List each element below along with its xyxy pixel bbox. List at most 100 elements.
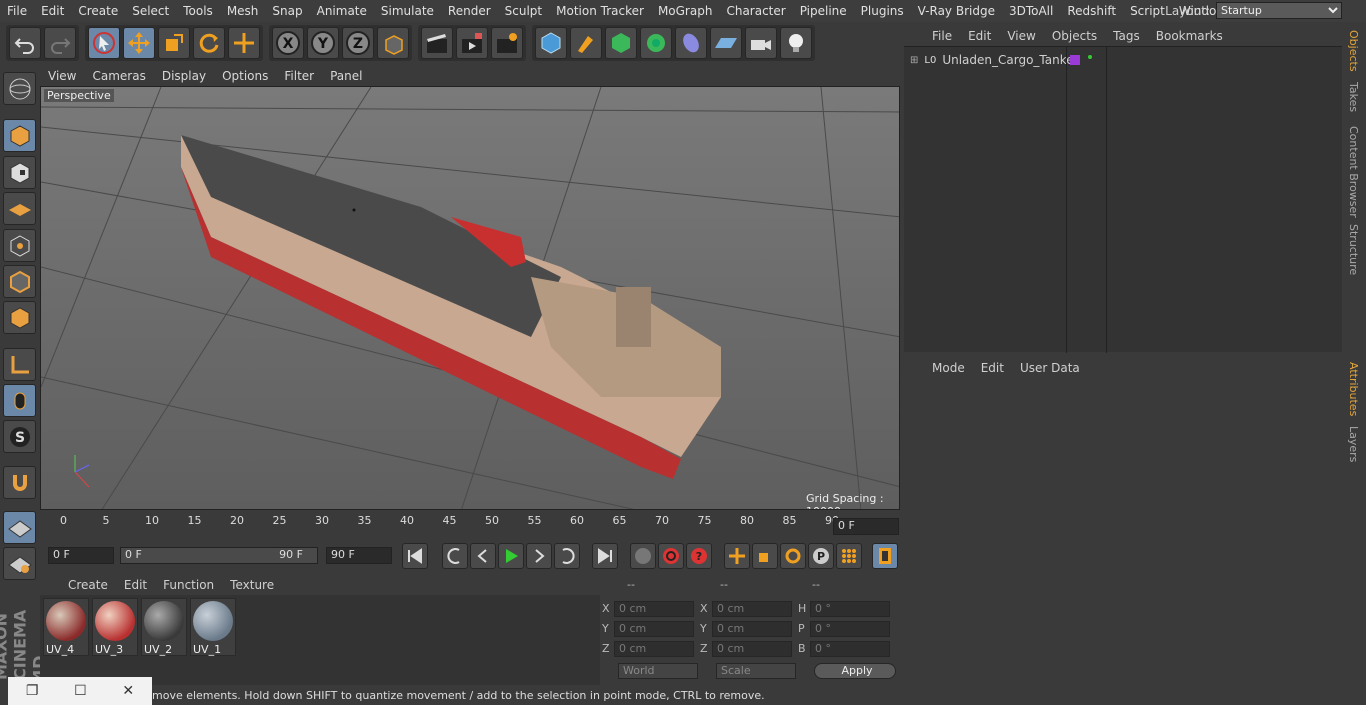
- points-mode-button[interactable]: [3, 229, 36, 262]
- coord-field[interactable]: 0 cm: [614, 641, 694, 657]
- coordinate-system-button[interactable]: [377, 27, 409, 59]
- key-pla-button[interactable]: [836, 543, 862, 569]
- object-menu-view[interactable]: View: [999, 29, 1043, 43]
- model-mode-button[interactable]: [3, 119, 36, 152]
- rotate-tool-button[interactable]: [193, 27, 225, 59]
- next-frame-button[interactable]: [526, 543, 552, 569]
- restore-icon[interactable]: ❐: [26, 683, 39, 699]
- workplane-lock-button[interactable]: [3, 547, 36, 580]
- material-swatch[interactable]: UV_4: [43, 598, 89, 656]
- go-to-end-button[interactable]: [592, 543, 618, 569]
- snap-button[interactable]: [3, 466, 36, 499]
- coord-field[interactable]: 0 cm: [712, 601, 792, 617]
- end-frame-field[interactable]: 90 F: [326, 547, 392, 564]
- side-tab-objects[interactable]: Objects: [1347, 30, 1360, 72]
- object-menu-objects[interactable]: Objects: [1044, 29, 1105, 43]
- menu-redshift[interactable]: Redshift: [1060, 4, 1123, 18]
- layout-dropdown[interactable]: Startup: [1216, 2, 1342, 19]
- object-menu-tags[interactable]: Tags: [1105, 29, 1148, 43]
- material-menu-edit[interactable]: Edit: [116, 578, 155, 592]
- material-swatch[interactable]: UV_3: [92, 598, 138, 656]
- menu-v-ray-bridge[interactable]: V-Ray Bridge: [911, 4, 1002, 18]
- tweak-mode-button[interactable]: [3, 384, 36, 417]
- render-picture-viewer-button[interactable]: [456, 27, 488, 59]
- object-row[interactable]: ⊞ L0 Unladen_Cargo_Tanker: [910, 53, 1079, 67]
- move-tool-button[interactable]: [123, 27, 155, 59]
- coord-field[interactable]: 0 °: [810, 641, 890, 657]
- edges-mode-button[interactable]: [3, 265, 36, 298]
- menu-select[interactable]: Select: [125, 4, 176, 18]
- timeline-ruler[interactable]: 0 5 10 15 20 25 30 35 40 45 50 55 60 65 70 75 80 85 90: [52, 512, 839, 540]
- go-to-start-button[interactable]: [402, 543, 428, 569]
- frame-range-slider[interactable]: 0 F 90 F: [120, 547, 318, 564]
- layer-color-tag[interactable]: [1070, 55, 1080, 65]
- material-menu-function[interactable]: Function: [155, 578, 222, 592]
- camera-button[interactable]: [745, 27, 777, 59]
- side-tab-takes[interactable]: Takes: [1347, 82, 1360, 112]
- current-frame-field[interactable]: 0 F: [833, 518, 899, 535]
- redo-button[interactable]: [44, 27, 76, 59]
- menu-file[interactable]: File: [0, 4, 34, 18]
- object-name[interactable]: Unladen_Cargo_Tanker: [942, 53, 1078, 67]
- menu-tools[interactable]: Tools: [176, 4, 220, 18]
- menu-create[interactable]: Create: [71, 4, 125, 18]
- cloner-button[interactable]: [640, 27, 672, 59]
- texture-mode-button[interactable]: [3, 156, 36, 189]
- menu-render[interactable]: Render: [441, 4, 498, 18]
- undo-button[interactable]: [9, 27, 41, 59]
- attribute-menu-mode[interactable]: Mode: [924, 361, 973, 375]
- close-icon[interactable]: ✕: [122, 683, 134, 699]
- coord-field[interactable]: 0 cm: [712, 621, 792, 637]
- scale-tool-button[interactable]: [158, 27, 190, 59]
- menu-sculpt[interactable]: Sculpt: [498, 4, 549, 18]
- key-scale-button[interactable]: [752, 543, 778, 569]
- start-frame-field[interactable]: 0 F: [48, 547, 114, 564]
- render-settings-button[interactable]: [491, 27, 523, 59]
- scale-dropdown[interactable]: Scale: [716, 663, 796, 679]
- viewport-menu-display[interactable]: Display: [154, 69, 214, 83]
- key-parameter-button[interactable]: P: [808, 543, 834, 569]
- viewport-menu-cameras[interactable]: Cameras: [84, 69, 153, 83]
- next-key-button[interactable]: [554, 543, 580, 569]
- render-view-button[interactable]: [421, 27, 453, 59]
- z-axis-button[interactable]: Z: [342, 27, 374, 59]
- side-tab-structure[interactable]: Structure: [1347, 224, 1360, 275]
- cube-button[interactable]: [535, 27, 567, 59]
- menu-animate[interactable]: Animate: [310, 4, 374, 18]
- timeline-window-button[interactable]: [872, 543, 898, 569]
- x-axis-button[interactable]: X: [272, 27, 304, 59]
- subdivision-button[interactable]: [605, 27, 637, 59]
- menu-3dtoall[interactable]: 3DToAll: [1002, 4, 1060, 18]
- key-rotation-button[interactable]: [780, 543, 806, 569]
- play-button[interactable]: [498, 543, 524, 569]
- object-menu-bookmarks[interactable]: Bookmarks: [1148, 29, 1231, 43]
- light-button[interactable]: [780, 27, 812, 59]
- record-button[interactable]: [658, 543, 684, 569]
- side-tab-content-browser[interactable]: Content Browser: [1347, 126, 1360, 218]
- menu-mesh[interactable]: Mesh: [220, 4, 266, 18]
- viewport-menu-panel[interactable]: Panel: [322, 69, 370, 83]
- polygons-mode-button[interactable]: [3, 301, 36, 334]
- record-mode-button[interactable]: [630, 543, 656, 569]
- y-axis-button[interactable]: Y: [307, 27, 339, 59]
- make-editable-button[interactable]: [3, 72, 36, 105]
- world-dropdown[interactable]: World: [618, 663, 698, 679]
- object-menu-file[interactable]: File: [924, 29, 960, 43]
- menu-motion-tracker[interactable]: Motion Tracker: [549, 4, 651, 18]
- viewport-menu-view[interactable]: View: [40, 69, 84, 83]
- coord-field[interactable]: 0 cm: [614, 621, 694, 637]
- transform-tool-button[interactable]: [228, 27, 260, 59]
- menu-mograph[interactable]: MoGraph: [651, 4, 720, 18]
- previous-frame-button[interactable]: [470, 543, 496, 569]
- expand-icon[interactable]: ⊞: [910, 55, 918, 66]
- grid-snap-button[interactable]: [3, 511, 36, 544]
- attribute-menu-edit[interactable]: Edit: [973, 361, 1012, 375]
- menu-plugins[interactable]: Plugins: [854, 4, 911, 18]
- coord-field[interactable]: 0 cm: [614, 601, 694, 617]
- menu-character[interactable]: Character: [719, 4, 792, 18]
- menu-simulate[interactable]: Simulate: [374, 4, 441, 18]
- deformer-button[interactable]: [675, 27, 707, 59]
- material-menu-create[interactable]: Create: [60, 578, 116, 592]
- material-menu-texture[interactable]: Texture: [222, 578, 282, 592]
- coord-field[interactable]: 0 °: [810, 621, 890, 637]
